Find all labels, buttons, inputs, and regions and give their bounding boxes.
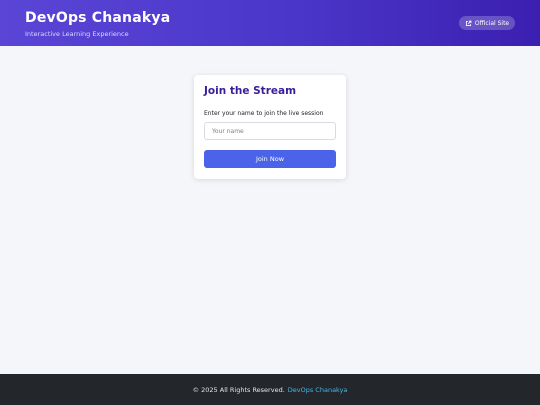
- join-now-button[interactable]: Join Now: [204, 150, 336, 168]
- name-prompt-label: Enter your name to join the live session: [204, 110, 324, 117]
- brand-title: DevOps Chanakya: [25, 10, 171, 26]
- external-link-icon: [465, 20, 472, 26]
- site-header: DevOps Chanakya Interactive Learning Exp…: [0, 0, 540, 46]
- join-stream-card: Join the Stream Enter your name to join …: [194, 75, 346, 179]
- footer-copyright: © 2025 All Rights Reserved.: [192, 385, 285, 394]
- official-site-button[interactable]: Official Site: [459, 16, 515, 30]
- brand-subtitle: Interactive Learning Experience: [25, 30, 129, 38]
- card-title: Join the Stream: [204, 85, 297, 97]
- site-footer: © 2025 All Rights Reserved. DevOps Chana…: [0, 374, 540, 405]
- name-input[interactable]: [204, 122, 336, 140]
- official-site-label: Official Site: [474, 19, 510, 27]
- footer-link[interactable]: DevOps Chanakya: [288, 386, 348, 394]
